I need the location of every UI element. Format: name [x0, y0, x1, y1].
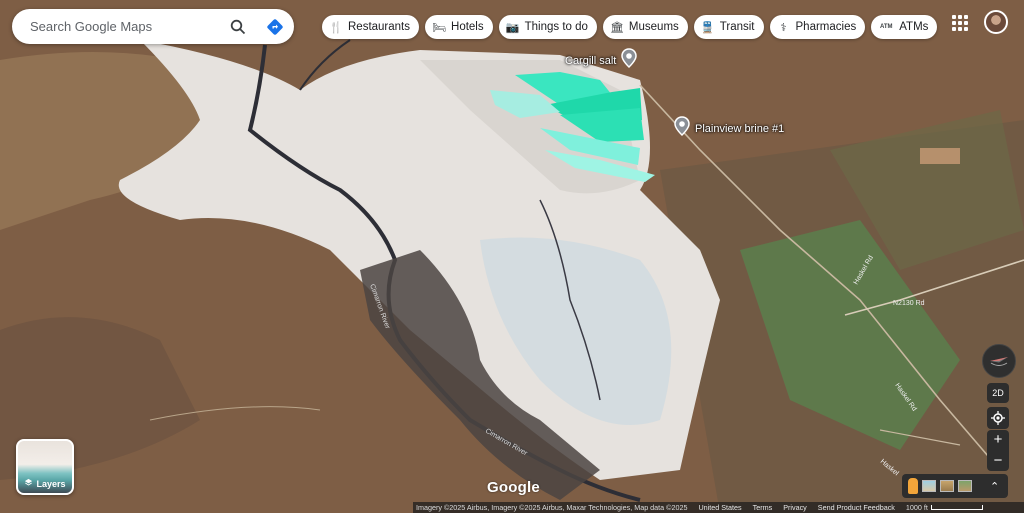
poi-label: Plainview brine #1	[695, 122, 785, 135]
chip-transit[interactable]: 🚆 Transit	[693, 15, 764, 39]
map-footer: Imagery ©2025 Airbus, Imagery ©2025 Airb…	[413, 502, 1024, 513]
avatar[interactable]	[984, 10, 1008, 34]
imagery-tray: ⌃	[902, 474, 1008, 498]
layers-icon	[24, 478, 33, 489]
apps-grid-icon[interactable]	[952, 15, 968, 31]
expand-up-icon[interactable]: ⌃	[990, 480, 999, 493]
map-pin-icon	[673, 116, 691, 141]
google-logo: Google	[487, 479, 540, 496]
chip-label: ATMs	[899, 21, 929, 33]
chip-museums[interactable]: 🏛 Museums	[602, 15, 688, 39]
camera-icon: 📷	[505, 21, 520, 34]
chip-label: Things to do	[524, 21, 588, 33]
chip-things-to-do[interactable]: 📷 Things to do	[498, 15, 597, 39]
satellite-map[interactable]: Haskel Rd N2130 Rd Haskel Rd Cimarron Ri…	[0, 0, 1024, 513]
bed-icon: 🛏	[432, 21, 446, 34]
chip-restaurants[interactable]: 🍴 Restaurants	[322, 15, 420, 39]
poi-label: Cargill salt	[565, 54, 617, 67]
atm-icon: ATM	[879, 24, 893, 30]
chip-atms[interactable]: ATM ATMs	[871, 15, 938, 39]
search-input[interactable]: Search Google Maps	[30, 19, 220, 34]
layers-button[interactable]: Layers	[16, 439, 74, 495]
feedback-link[interactable]: Send Product Feedback	[818, 503, 895, 512]
attribution: Imagery ©2025 Airbus, Imagery ©2025 Airb…	[416, 503, 688, 512]
train-icon: 🚆	[700, 21, 715, 34]
privacy-link[interactable]: Privacy	[783, 503, 807, 512]
zoom-control: + −	[987, 430, 1009, 471]
pharmacy-icon: ⚕	[780, 21, 787, 34]
imagery-thumb-3[interactable]	[958, 480, 972, 492]
pegman-icon[interactable]	[908, 478, 918, 494]
compass-icon[interactable]	[982, 344, 1016, 378]
terms-link[interactable]: Terms	[753, 503, 773, 512]
chip-hotels[interactable]: 🛏 Hotels	[425, 15, 493, 39]
category-chips: 🍴 Restaurants 🛏 Hotels 📷 Things to do 🏛 Muse…	[322, 15, 938, 39]
terrain-imagery: Haskel Rd N2130 Rd Haskel Rd Cimarron Ri…	[0, 0, 1024, 513]
layers-label: Layers	[36, 478, 66, 489]
imagery-thumb-2[interactable]	[940, 480, 954, 492]
my-location-icon[interactable]	[987, 407, 1009, 429]
road-label: N2130 Rd	[893, 300, 925, 307]
chip-label: Pharmacies	[795, 21, 857, 33]
fork-knife-icon: 🍴	[329, 21, 343, 34]
imagery-thumb-1[interactable]	[922, 480, 936, 492]
chip-label: Restaurants	[348, 21, 411, 33]
search-icon[interactable]	[220, 9, 256, 44]
chip-pharmacies[interactable]: ⚕ Pharmacies	[769, 15, 866, 39]
zoom-out-button[interactable]: −	[994, 452, 1003, 469]
scale-label: 1000 ft	[905, 503, 928, 512]
chip-label: Hotels	[451, 21, 484, 33]
search-box[interactable]: Search Google Maps	[12, 9, 294, 44]
map-pin-icon	[620, 48, 638, 73]
scale-bar[interactable]: 1000 ft	[906, 503, 983, 512]
chip-label: Transit	[719, 21, 755, 33]
country-link[interactable]: United States	[698, 503, 741, 512]
museum-icon: 🏛	[609, 21, 624, 34]
scale-line	[930, 505, 983, 510]
poi-plainview-brine[interactable]: Plainview brine #1	[673, 116, 784, 141]
zoom-in-button[interactable]: +	[994, 432, 1003, 448]
directions-icon[interactable]	[256, 9, 294, 44]
chip-label: Museums	[628, 21, 679, 33]
view-mode-toggle[interactable]: 2D	[987, 383, 1009, 403]
layers-label-row: Layers	[18, 478, 72, 489]
poi-cargill-salt[interactable]: Cargill salt	[565, 48, 638, 73]
